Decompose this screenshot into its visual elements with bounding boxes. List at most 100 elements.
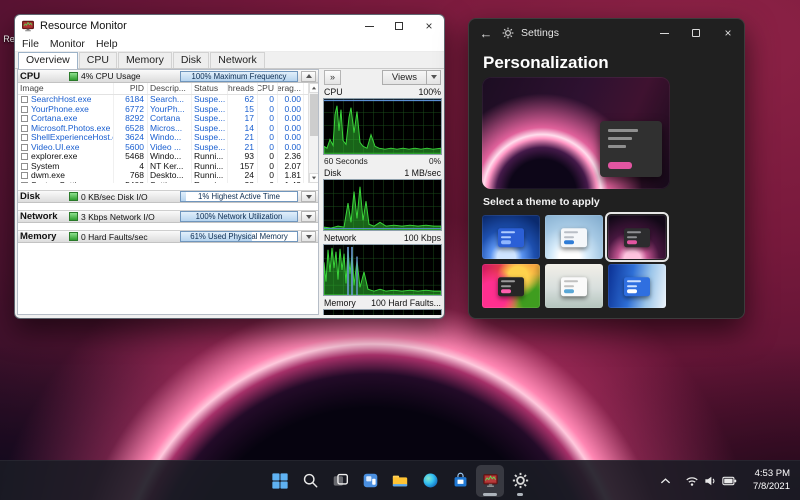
network-expand-button[interactable]: [301, 211, 316, 222]
theme-tile-2[interactable]: [545, 215, 603, 259]
memory-section-header[interactable]: Memory 0 Hard Faults/sec 61% Used Physic…: [18, 230, 318, 243]
disk-expand-button[interactable]: [301, 191, 316, 202]
process-checkbox[interactable]: [21, 182, 28, 183]
process-row[interactable]: SystemSettings.exe 5408 Settings Runni..…: [18, 181, 308, 184]
cpu-section-label: CPU: [20, 71, 66, 82]
process-pid: 5600: [114, 143, 148, 153]
tab-network[interactable]: Network: [210, 52, 265, 68]
speaker-icon: [704, 475, 717, 487]
process-row[interactable]: Video.UI.exe 5600 Video ... Suspe... 21 …: [18, 143, 308, 153]
process-average-cpu: 0.00: [278, 124, 304, 134]
process-checkbox[interactable]: [21, 172, 28, 179]
process-row[interactable]: Cortana.exe 8292 Cortana Suspe... 17 0 0…: [18, 114, 308, 124]
cpu-collapse-button[interactable]: [301, 71, 316, 82]
col-average[interactable]: Averag...: [278, 83, 304, 94]
process-checkbox[interactable]: [21, 134, 28, 141]
hidden-icons-button[interactable]: [657, 469, 673, 493]
process-checkbox[interactable]: [21, 125, 28, 132]
theme-tile-3-selected[interactable]: [608, 215, 666, 259]
theme-tile-5[interactable]: [545, 264, 603, 308]
col-status[interactable]: Status: [192, 83, 228, 94]
col-threads[interactable]: Threads: [228, 83, 258, 94]
process-threads: 62: [228, 95, 258, 105]
back-button[interactable]: ←: [477, 26, 495, 41]
resmon-titlebar[interactable]: Resource Monitor ×: [15, 15, 444, 37]
taskbar-clock[interactable]: 4:53 PM 7/8/2021: [749, 466, 794, 495]
resource-monitor-icon: [482, 472, 499, 489]
tab-disk[interactable]: Disk: [173, 52, 209, 68]
menu-file[interactable]: File: [22, 38, 39, 50]
process-checkbox[interactable]: [21, 115, 28, 122]
process-cpu: 0: [258, 124, 278, 134]
process-cpu: 0: [258, 133, 278, 143]
taskbar-settings-button[interactable]: [506, 465, 534, 497]
scroll-up-button[interactable]: [309, 83, 318, 93]
process-table-scrollbar[interactable]: [308, 83, 318, 183]
process-checkbox[interactable]: [21, 106, 28, 113]
theme-section-label: Select a theme to apply: [483, 196, 600, 208]
theme-tile-6[interactable]: [608, 264, 666, 308]
tab-cpu[interactable]: CPU: [79, 52, 117, 68]
tab-overview[interactable]: Overview: [18, 52, 78, 69]
scrollbar-thumb[interactable]: [310, 94, 318, 136]
settings-maximize-button[interactable]: [680, 19, 712, 47]
scroll-down-button[interactable]: [309, 173, 318, 183]
col-cpu[interactable]: CPU: [258, 83, 278, 94]
store-button[interactable]: [446, 465, 474, 497]
theme-window-preview: [561, 277, 587, 296]
theme-tile-4[interactable]: [482, 264, 540, 308]
col-image[interactable]: Image: [18, 83, 114, 94]
process-row[interactable]: Microsoft.Photos.exe 6528 Micros... Susp…: [18, 124, 308, 134]
system-tray[interactable]: [680, 471, 742, 491]
process-checkbox[interactable]: [21, 96, 28, 103]
network-section-header[interactable]: Network 3 Kbps Network I/O 100% Network …: [18, 210, 318, 223]
views-dropdown-arrow[interactable]: [427, 70, 441, 85]
widgets-button[interactable]: [356, 465, 384, 497]
task-view-button[interactable]: [326, 465, 354, 497]
windows-logo-icon: [271, 472, 289, 490]
maximize-icon: [692, 29, 700, 37]
process-pid: 5468: [114, 152, 148, 162]
cpu-frequency-bar: 100% Maximum Frequency: [180, 71, 298, 82]
process-row[interactable]: SearchHost.exe 6184 Search... Suspe... 6…: [18, 95, 308, 105]
process-row[interactable]: dwm.exe 768 Deskto... Runni... 24 0 1.81: [18, 171, 308, 181]
process-checkbox[interactable]: [21, 163, 28, 170]
taskbar-resource-monitor-button[interactable]: [476, 465, 504, 497]
search-button[interactable]: [296, 465, 324, 497]
process-row[interactable]: ShellExperienceHost.exe 3624 Windo... Su…: [18, 133, 308, 143]
cpu-green-swatch: [69, 72, 78, 81]
process-description: Cortana: [148, 114, 192, 124]
cpu-section-header[interactable]: CPU 4% CPU Usage 100% Maximum Frequency: [18, 70, 318, 83]
settings-minimize-button[interactable]: [648, 19, 680, 47]
settings-titlebar[interactable]: ← Settings ×: [469, 19, 744, 47]
edge-button[interactable]: [416, 465, 444, 497]
process-average-cpu: 0.00: [278, 133, 304, 143]
memory-expand-button[interactable]: [301, 231, 316, 242]
process-table-header[interactable]: Image PID Descrip... Status Threads CPU …: [18, 83, 308, 95]
menu-help[interactable]: Help: [96, 38, 118, 50]
resmon-close-button[interactable]: ×: [414, 15, 444, 37]
settings-close-button[interactable]: ×: [712, 19, 744, 47]
maximize-icon: [395, 22, 403, 30]
network-graph: [323, 244, 442, 296]
tab-memory[interactable]: Memory: [118, 52, 172, 68]
process-row[interactable]: System 4 NT Ker... Runni... 157 0 2.07: [18, 162, 308, 172]
process-checkbox[interactable]: [21, 153, 28, 160]
process-checkbox[interactable]: [21, 144, 28, 151]
theme-tile-1[interactable]: [482, 215, 540, 259]
theme-window-preview: [624, 277, 650, 296]
disk-section-header[interactable]: Disk 0 KB/sec Disk I/O 1% Highest Active…: [18, 190, 318, 203]
col-pid[interactable]: PID: [114, 83, 148, 94]
process-row[interactable]: explorer.exe 5468 Windo... Runni... 93 0…: [18, 152, 308, 162]
graphs-collapse-button[interactable]: »: [324, 70, 341, 85]
process-row[interactable]: YourPhone.exe 6772 YourPh... Suspe... 15…: [18, 105, 308, 115]
start-button[interactable]: [266, 465, 294, 497]
resmon-maximize-button[interactable]: [384, 15, 414, 37]
file-explorer-button[interactable]: [386, 465, 414, 497]
menu-monitor[interactable]: Monitor: [50, 38, 85, 50]
views-button[interactable]: Views: [382, 70, 441, 85]
process-pid: 8292: [114, 114, 148, 124]
col-description[interactable]: Descrip...: [148, 83, 192, 94]
cpu-graph-block: CPU 100% 60 Seconds 0%: [323, 87, 442, 166]
resmon-minimize-button[interactable]: [354, 15, 384, 37]
